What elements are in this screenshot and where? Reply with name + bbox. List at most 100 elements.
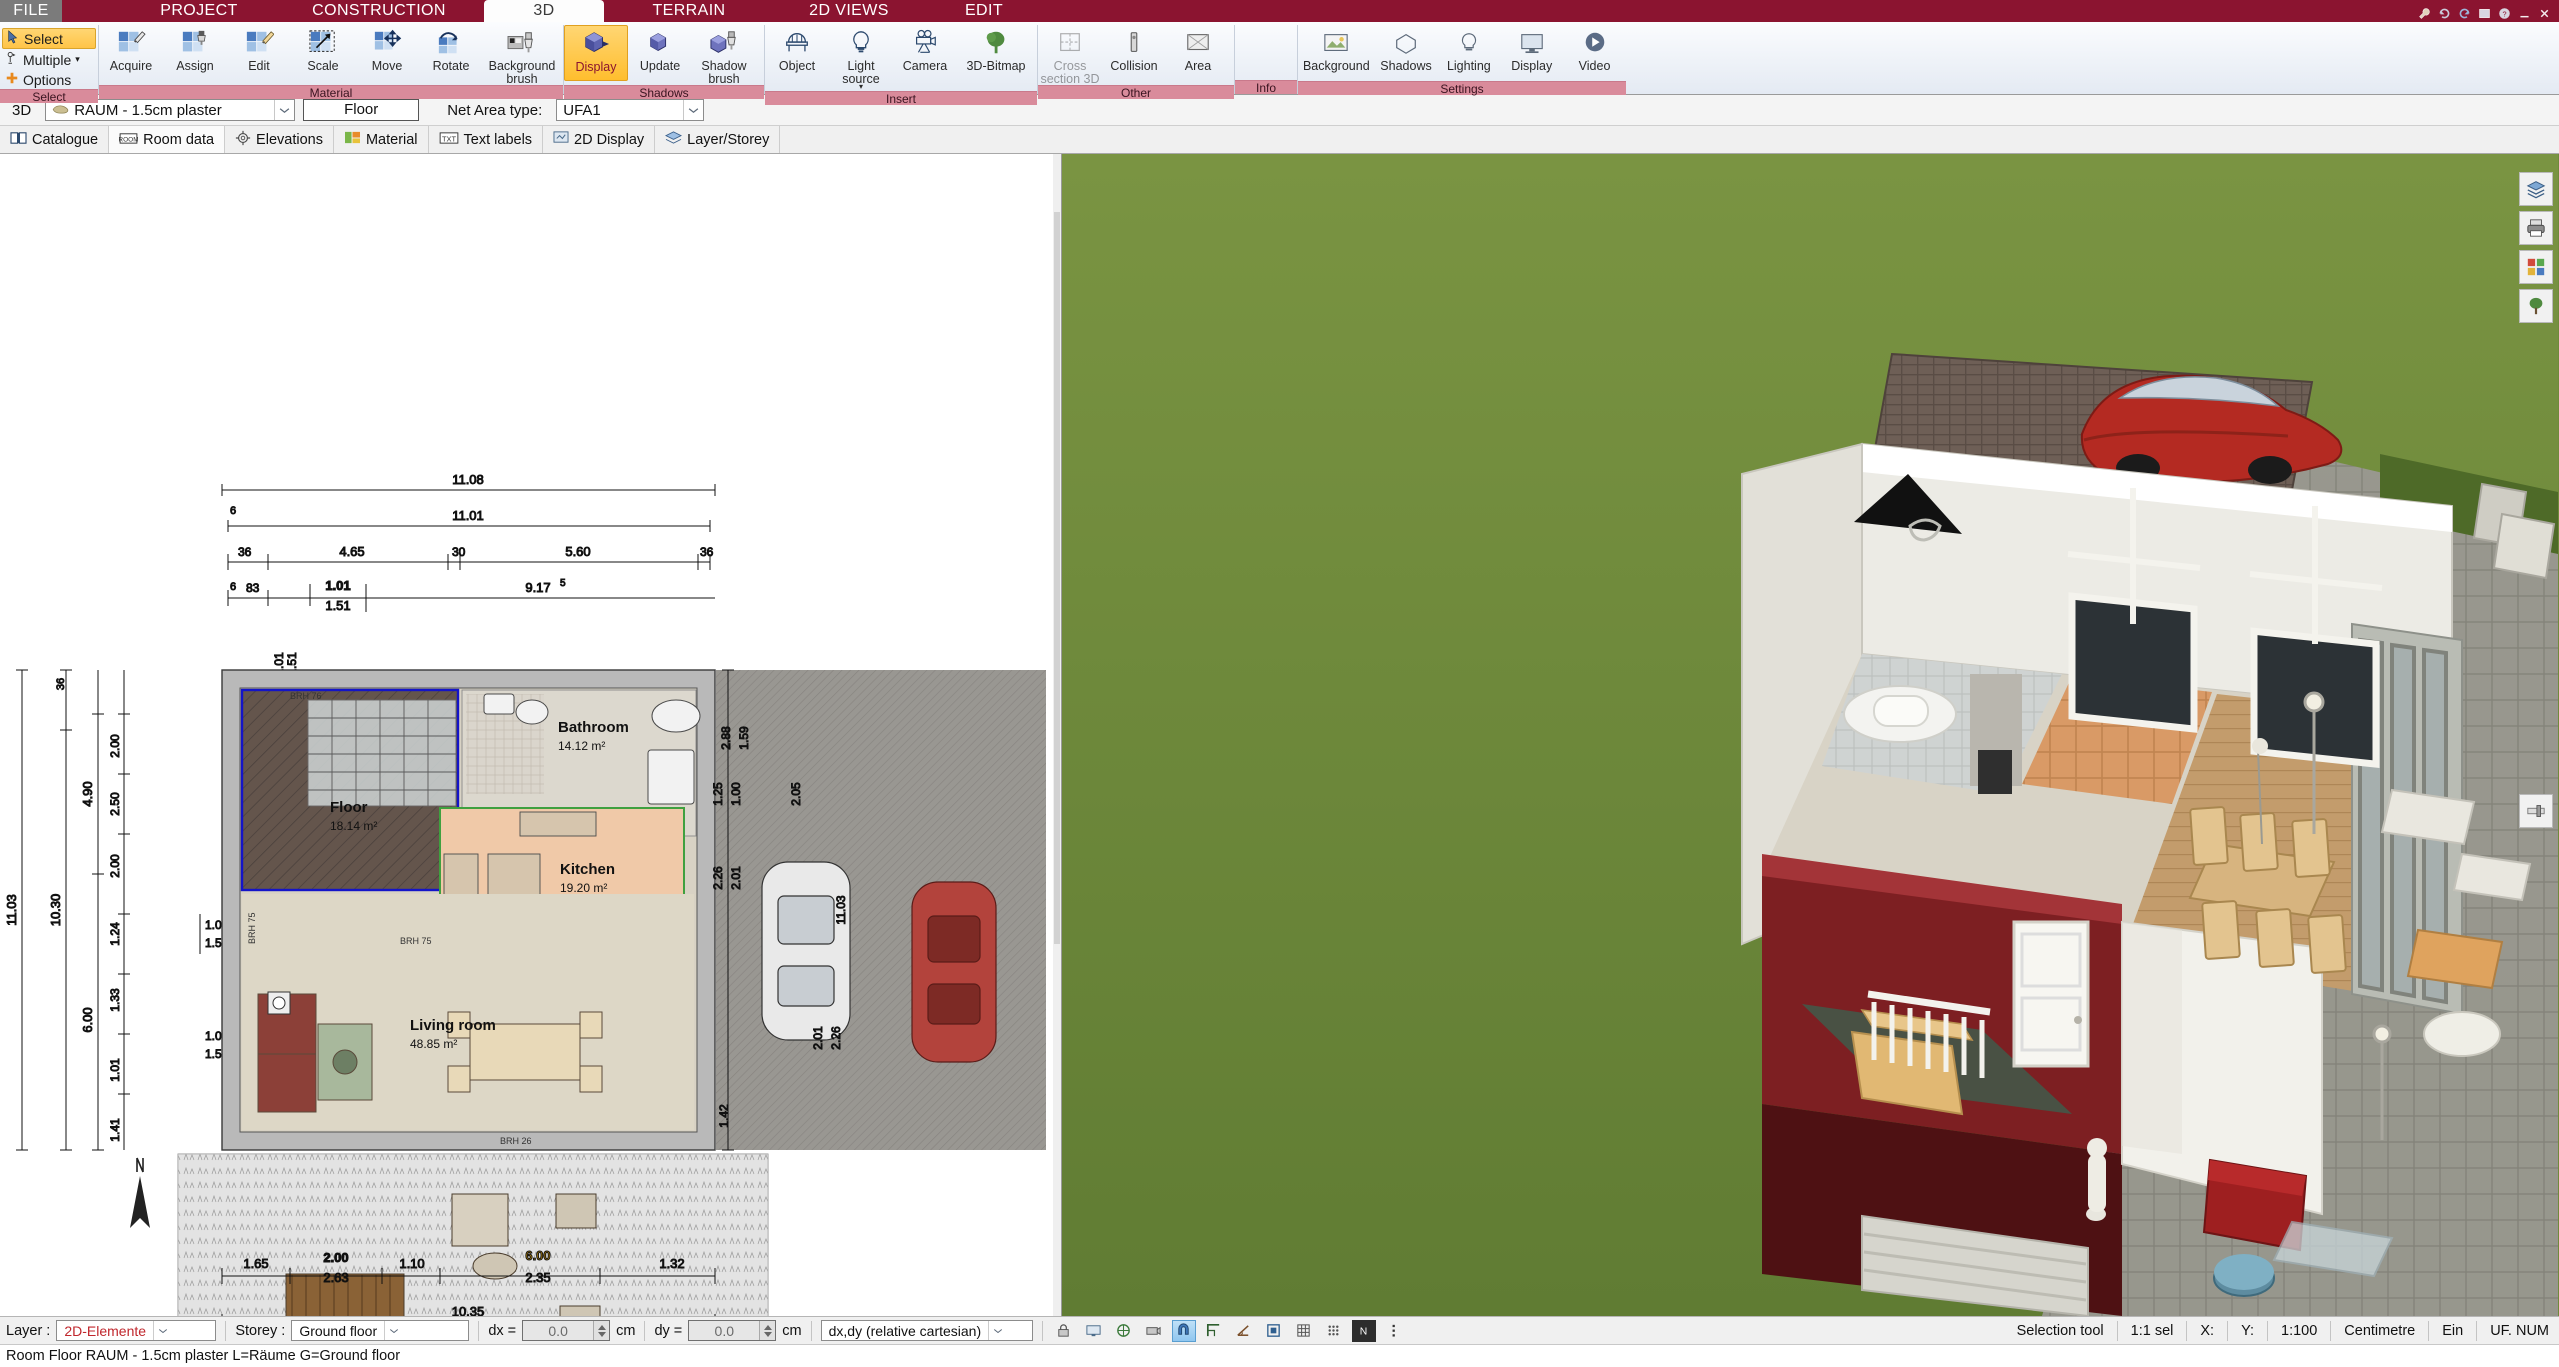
net-area-type-combo[interactable]: UFA1 xyxy=(556,99,705,121)
edit-material-button[interactable]: Edit xyxy=(227,25,291,81)
grid-toggle[interactable] xyxy=(1292,1320,1316,1342)
collision-button[interactable]: Collision xyxy=(1102,25,1166,81)
scale-material-button[interactable]: Scale xyxy=(291,25,355,81)
tab-room-data[interactable]: ROOM Room data xyxy=(109,126,226,153)
status-bar: Layer : 2D-Elemente Storey : Ground floo… xyxy=(0,1316,2559,1344)
area-button[interactable]: Area xyxy=(1166,25,1230,81)
options-label: Options xyxy=(23,71,72,88)
coord-mode-combo[interactable]: dx,dy (relative cartesian) xyxy=(820,1320,1033,1341)
insert-light-button[interactable]: Light source ▾ xyxy=(829,25,893,91)
insert-object-button[interactable]: Object xyxy=(765,25,829,81)
layer-combo[interactable]: 2D-Elemente xyxy=(56,1320,217,1341)
insert-camera-button[interactable]: Camera xyxy=(893,25,957,81)
chair-object-icon xyxy=(782,28,812,58)
menu-tab-edit[interactable]: EDIT xyxy=(924,0,1044,22)
camera-toggle[interactable] xyxy=(1142,1320,1166,1342)
room-label-bathroom-area: 14.12 m² xyxy=(558,739,605,753)
chevron-down-icon[interactable] xyxy=(683,100,703,120)
chevron-down-icon[interactable]: ▾ xyxy=(75,54,80,65)
menu-tab-2dviews[interactable]: 2D VIEWS xyxy=(774,0,924,22)
dy-input[interactable]: 0.0 xyxy=(688,1320,777,1341)
ortho-toggle[interactable] xyxy=(1202,1320,1226,1342)
palette-tool[interactable] xyxy=(2519,250,2553,284)
display-shadows-button[interactable]: Display xyxy=(564,25,628,81)
minimize-icon[interactable] xyxy=(2518,5,2531,18)
dim-right-6: 2.26 xyxy=(829,1026,843,1050)
dy-unit: cm xyxy=(782,1322,802,1339)
lock-toggle[interactable] xyxy=(1052,1320,1076,1342)
plan-vertical-scrollbar[interactable] xyxy=(1053,154,1061,1316)
tab-text-labels[interactable]: TXT Text labels xyxy=(429,126,544,153)
grid-snap-toggle[interactable] xyxy=(1112,1320,1136,1342)
monitor-toggle[interactable] xyxy=(1082,1320,1106,1342)
dx-stepper[interactable] xyxy=(593,1321,610,1340)
background-brush-icon xyxy=(506,28,538,58)
background-brush-button[interactable]: Background brush xyxy=(483,25,561,85)
close-icon[interactable] xyxy=(2538,5,2551,18)
slider-tool[interactable] xyxy=(2519,794,2553,828)
dx-input[interactable]: 0.0 xyxy=(522,1320,611,1341)
view3d-tool-strip xyxy=(2519,172,2553,323)
dy-value: 0.0 xyxy=(714,1322,735,1339)
undo-icon[interactable] xyxy=(2438,5,2451,18)
angle-toggle[interactable] xyxy=(1232,1320,1256,1342)
dy-stepper[interactable] xyxy=(759,1321,776,1340)
y-coord-label: Y: xyxy=(2241,1322,2254,1339)
print-tool[interactable] xyxy=(2519,211,2553,245)
magnet-toggle[interactable] xyxy=(1171,1319,1196,1342)
menu-tab-terrain[interactable]: TERRAIN xyxy=(604,0,774,22)
menu-tab-3d[interactable]: 3D xyxy=(484,0,604,22)
more-options[interactable] xyxy=(1382,1320,1406,1342)
multiple-select-button[interactable]: Multiple ▾ xyxy=(2,50,96,69)
raster-toggle[interactable] xyxy=(1322,1320,1346,1342)
cross-section-3d-button[interactable]: Cross section 3D xyxy=(1038,25,1102,85)
scrollbar-thumb[interactable] xyxy=(1054,212,1060,945)
chevron-down-icon[interactable] xyxy=(274,100,294,120)
layers-tool[interactable] xyxy=(2519,172,2553,206)
object-snap-toggle[interactable] xyxy=(1262,1320,1286,1342)
plant-tool[interactable] xyxy=(2519,289,2553,323)
menu-tab-construction[interactable]: CONSTRUCTION xyxy=(274,0,484,22)
acquire-material-button[interactable]: Acquire xyxy=(99,25,163,81)
select-tool-button[interactable]: Select xyxy=(2,28,96,49)
display-cube-icon xyxy=(581,29,611,59)
lighting-settings-button[interactable]: Lighting xyxy=(1437,25,1500,81)
lighting-settings-label: Lighting xyxy=(1446,59,1491,73)
separator xyxy=(478,1320,480,1341)
redo-icon[interactable] xyxy=(2458,5,2471,18)
rotate-material-button[interactable]: Rotate xyxy=(419,25,483,81)
tab-material[interactable]: Material xyxy=(334,126,429,153)
chevron-down-icon[interactable] xyxy=(988,1321,1007,1340)
tab-layer-storey[interactable]: Layer/Storey xyxy=(655,126,781,153)
wrench-icon[interactable] xyxy=(2418,5,2431,19)
storey-label: Storey : xyxy=(235,1322,286,1339)
menu-tab-file[interactable]: FILE xyxy=(0,0,62,22)
element-type-field[interactable]: Floor xyxy=(303,99,420,121)
chevron-down-icon[interactable] xyxy=(384,1321,403,1340)
n-toggle[interactable]: N xyxy=(1351,1319,1376,1342)
update-shadows-button[interactable]: Update xyxy=(628,25,692,81)
assign-material-button[interactable]: Assign xyxy=(163,25,227,81)
menu-tab-project[interactable]: PROJECT xyxy=(124,0,274,22)
move-material-button[interactable]: Move xyxy=(355,25,419,81)
tab-2d-display-label: 2D Display xyxy=(574,131,645,148)
display-settings-button[interactable]: Display xyxy=(1500,25,1563,81)
render-3d-view[interactable] xyxy=(1062,154,2559,1316)
insert-3d-bitmap-button[interactable]: 3D-Bitmap xyxy=(957,25,1035,81)
background-settings-button[interactable]: Background xyxy=(1298,25,1375,81)
shadow-brush-button[interactable]: Shadow brush xyxy=(692,25,756,85)
tab-2d-display[interactable]: 2D Display xyxy=(543,126,656,153)
window-icon[interactable] xyxy=(2478,5,2491,18)
help-icon[interactable]: ? xyxy=(2498,5,2511,19)
storey-combo[interactable]: Ground floor xyxy=(291,1320,470,1341)
shadows-settings-button[interactable]: Shadows xyxy=(1375,25,1438,81)
floor-plan-2d-view[interactable]: 11.08 11.01 6 36 4.65 30 5.60 36 6 83 1.… xyxy=(0,154,1062,1316)
video-button[interactable]: Video xyxy=(1563,25,1626,81)
workspace: 11.08 11.01 6 36 4.65 30 5.60 36 6 83 1.… xyxy=(0,154,2559,1316)
chevron-down-icon[interactable] xyxy=(153,1321,172,1340)
ribbon-group-title-info: Info xyxy=(1235,80,1297,95)
tab-elevations[interactable]: Elevations xyxy=(225,126,334,153)
chevron-down-icon[interactable]: ▾ xyxy=(859,82,863,91)
tab-catalogue[interactable]: Catalogue xyxy=(0,126,110,153)
options-button[interactable]: Options xyxy=(2,70,96,89)
